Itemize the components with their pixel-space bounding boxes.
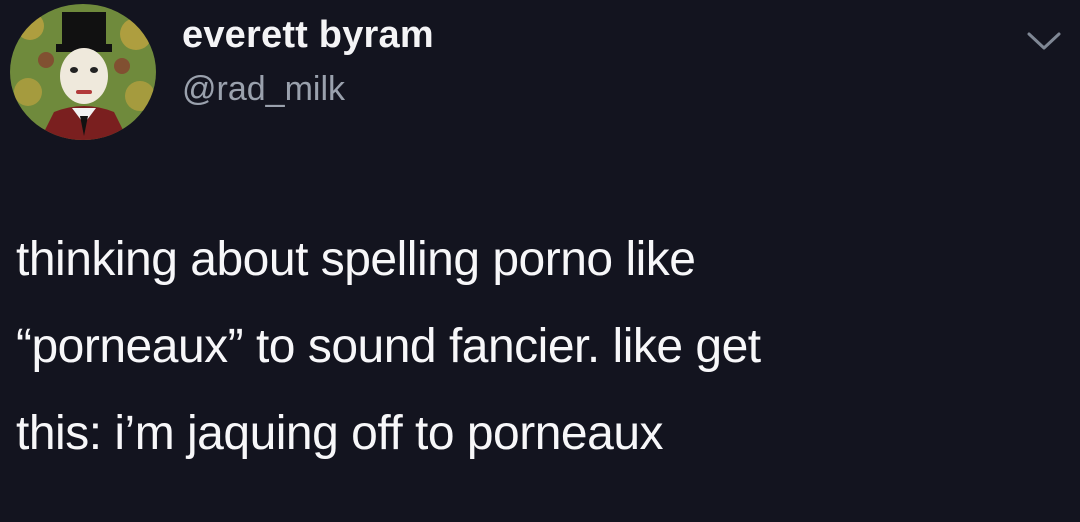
author-handle[interactable]: @rad_milk [182, 70, 345, 109]
avatar-illustration [10, 4, 156, 140]
tweet-card: everett byram @rad_milk thinking about s… [0, 0, 1080, 522]
avatar[interactable] [10, 4, 156, 140]
author-display-name[interactable]: everett byram [182, 14, 434, 57]
chevron-down-icon[interactable] [1024, 28, 1064, 54]
tweet-text: thinking about spelling porno like “porn… [16, 233, 761, 460]
